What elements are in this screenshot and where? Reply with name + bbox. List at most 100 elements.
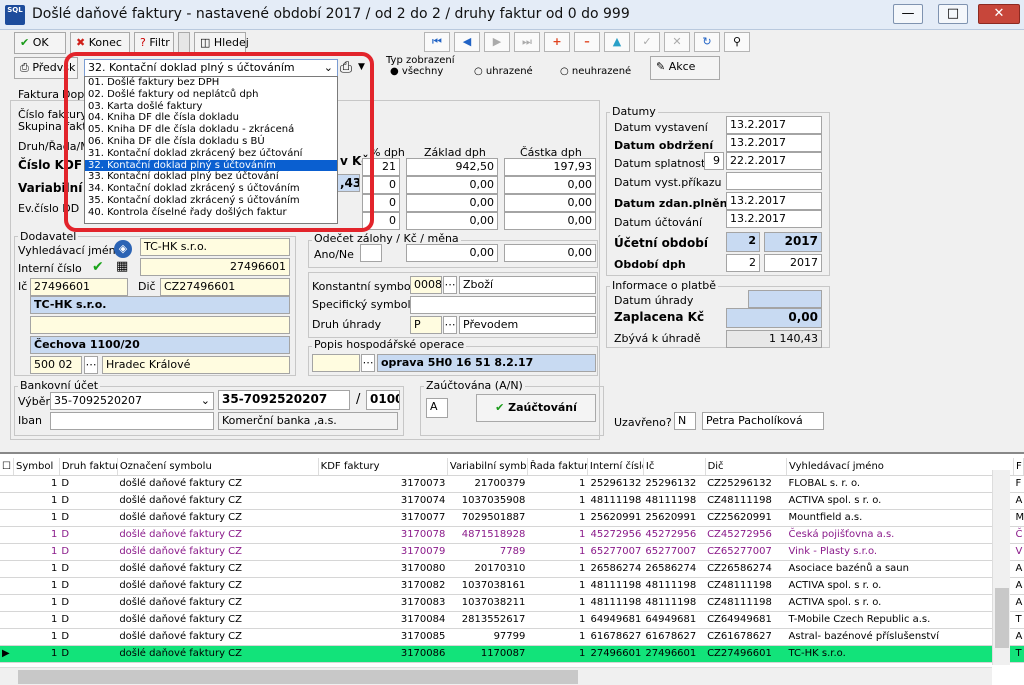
castka-field-2[interactable]: 0,00: [504, 176, 596, 194]
uctovani-field[interactable]: 13.2.2017: [726, 210, 822, 228]
radio-vsechny[interactable]: ● všechny: [390, 66, 443, 77]
dph-rok-field[interactable]: 2017: [764, 254, 822, 272]
ucetni-rok-field[interactable]: 2017: [764, 232, 822, 252]
table-row[interactable]: 1 Ddošlé daňové faktury CZ 3170073 21700379…: [0, 475, 1024, 493]
contacts-icon[interactable]: ▦: [116, 259, 128, 274]
obdrzeni-field[interactable]: 13.2.2017: [726, 134, 822, 152]
druh-lookup-button[interactable]: ⋯: [443, 316, 457, 334]
column-header[interactable]: KDF faktury: [318, 458, 448, 476]
druh-code-field[interactable]: P: [410, 316, 442, 334]
psc-field[interactable]: 500 02: [30, 356, 82, 374]
zaklad-field-1[interactable]: 942,50: [406, 158, 498, 176]
iban-field[interactable]: [50, 412, 214, 430]
splatnost-days-field[interactable]: 9: [704, 152, 724, 170]
globe-icon[interactable]: ◈: [114, 240, 132, 258]
table-row[interactable]: 1 Ddošlé daňové faktury CZ 3170074 10370359…: [0, 492, 1024, 510]
kod-banky-field[interactable]: 0100: [366, 390, 400, 410]
vyber-select[interactable]: 35-7092520207 ⌄: [50, 392, 214, 410]
akce-button[interactable]: ✎ Akce: [650, 56, 720, 80]
zaklad-field-4[interactable]: 0,00: [406, 212, 498, 230]
column-header[interactable]: Řada faktury: [527, 458, 588, 476]
popis-field[interactable]: oprava 5H0 16 51 8.2.17: [377, 354, 596, 372]
uzavreno-field[interactable]: N: [674, 412, 696, 430]
refresh-icon[interactable]: ↻: [694, 32, 720, 52]
table-row[interactable]: 1 Ddošlé daňové faktury CZ 3170082 10370381…: [0, 577, 1024, 595]
close-button[interactable]: ✕: [978, 4, 1020, 24]
vyhl-field[interactable]: TC-HK s.r.o.: [140, 238, 290, 256]
vystaveni-field[interactable]: 13.2.2017: [726, 116, 822, 134]
radio-neuhrazene[interactable]: ○ neuhrazené: [560, 66, 631, 77]
druh-value-field[interactable]: Převodem: [459, 316, 596, 334]
ic-field[interactable]: 27496601: [30, 278, 128, 296]
mesto-field[interactable]: Hradec Králové: [102, 356, 290, 374]
ucetni-mesic-field[interactable]: 2: [726, 232, 760, 252]
delete-record-icon[interactable]: –: [574, 32, 600, 52]
table-row[interactable]: 1 Ddošlé daňové faktury CZ 3170079 7789 1 652…: [0, 543, 1024, 561]
konec-button[interactable]: ✖ Konec: [70, 32, 130, 54]
next-record-button[interactable]: ▶: [484, 32, 510, 52]
popis-lookup-button[interactable]: ⋯: [361, 354, 375, 372]
lock-icon[interactable]: ⚲: [724, 32, 750, 52]
spec-field[interactable]: [410, 296, 596, 314]
column-header[interactable]: Ič: [643, 458, 706, 476]
castka-field-4[interactable]: 0,00: [504, 212, 596, 230]
prev-record-button[interactable]: ◀: [454, 32, 480, 52]
column-header[interactable]: Druh faktury: [59, 458, 118, 476]
column-header[interactable]: Vyhledávací jméno: [786, 458, 1014, 476]
zauctovani-button[interactable]: ✔ Zaúčtování: [476, 394, 596, 422]
konst-code-field[interactable]: 0008: [410, 276, 442, 294]
dph-mesic-field[interactable]: 2: [726, 254, 760, 272]
konst-lookup-button[interactable]: ⋯: [443, 276, 457, 294]
invoice-grid[interactable]: ☐SymbolDruh fakturyOznačení symboluKDF f…: [0, 452, 1024, 685]
last-record-button[interactable]: ⏭: [514, 32, 540, 52]
add-record-icon[interactable]: +: [544, 32, 570, 52]
select-all-checkbox[interactable]: ☐: [0, 458, 14, 476]
column-header[interactable]: Označení symbolu: [117, 458, 319, 476]
cancel-icon[interactable]: ✕: [664, 32, 690, 52]
table-row[interactable]: 1 Ddošlé daňové faktury CZ 3170078 48715189…: [0, 526, 1024, 544]
column-header[interactable]: Symbol: [13, 458, 60, 476]
interni-field[interactable]: 27496601: [140, 258, 290, 276]
maximize-button[interactable]: □: [938, 4, 968, 24]
column-header[interactable]: Interní číslo: [587, 458, 644, 476]
confirm-icon[interactable]: ✓: [634, 32, 660, 52]
table-row[interactable]: 1 Ddošlé daňové faktury CZ 3170085 97799 1 61…: [0, 628, 1024, 646]
filtr-button[interactable]: ? Filtr: [134, 32, 174, 54]
radio-uhrazene[interactable]: ○ uhrazené: [474, 66, 533, 77]
castka-field-3[interactable]: 0,00: [504, 194, 596, 212]
ucet-field[interactable]: 35-7092520207: [218, 390, 350, 410]
datum-uhrady-field[interactable]: [748, 290, 822, 308]
clear-filter-button[interactable]: [178, 32, 190, 54]
ok-button[interactable]: ✔ OK: [14, 32, 66, 54]
table-row[interactable]: 1 Ddošlé daňové faktury CZ 3170080 20170310…: [0, 560, 1024, 578]
odecet-field-2[interactable]: 0,00: [504, 244, 596, 262]
hledej-button[interactable]: ◫ Hledej: [194, 32, 249, 54]
firma2-field[interactable]: [30, 316, 290, 334]
minimize-button[interactable]: —: [893, 4, 923, 24]
horizontal-scrollbar[interactable]: [0, 667, 992, 685]
konst-value-field[interactable]: Zboží: [459, 276, 596, 294]
psc-lookup-button[interactable]: ⋯: [84, 356, 98, 374]
column-header[interactable]: Variabilní symbol: [447, 458, 528, 476]
ulice-field[interactable]: Čechova 1100/20: [30, 336, 290, 354]
column-header[interactable]: Dič: [705, 458, 788, 476]
anone-field[interactable]: [360, 244, 382, 262]
vertical-scrollbar[interactable]: [992, 470, 1010, 665]
castka-field-1[interactable]: 197,93: [504, 158, 596, 176]
scroll-thumb[interactable]: [995, 588, 1009, 648]
popis-code-field[interactable]: [312, 354, 360, 372]
firma-field[interactable]: TC-HK s.r.o.: [30, 296, 290, 314]
hscroll-thumb[interactable]: [18, 670, 578, 684]
table-row[interactable]: 1 Ddošlé daňové faktury CZ 3170084 28135526…: [0, 611, 1024, 629]
column-header[interactable]: F: [1013, 458, 1024, 476]
table-row[interactable]: ▶ 1 Ddošlé daňové faktury CZ 3170086 1170087…: [0, 645, 1024, 663]
odecet-field-1[interactable]: 0,00: [406, 244, 498, 262]
dic-field[interactable]: CZ27496601: [160, 278, 290, 296]
table-row[interactable]: 1 Ddošlé daňové faktury CZ 3170077 70295018…: [0, 509, 1024, 527]
zaklad-field-2[interactable]: 0,00: [406, 176, 498, 194]
zaplacena-field[interactable]: 0,00: [726, 308, 822, 328]
zaklad-field-3[interactable]: 0,00: [406, 194, 498, 212]
vyst-prikazu-field[interactable]: [726, 172, 822, 190]
table-row[interactable]: 1 Ddošlé daňové faktury CZ 3170083 10370382…: [0, 594, 1024, 612]
zauct-field[interactable]: A: [426, 398, 448, 418]
